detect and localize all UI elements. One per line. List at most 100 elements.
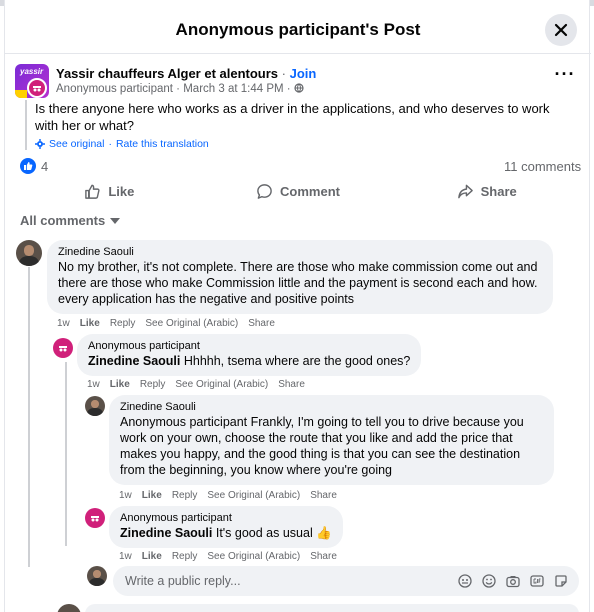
comment-actions: 1w Like Reply See Original (Arabic) Shar… (119, 490, 337, 501)
avatar[interactable] (57, 604, 81, 612)
comment-share-button[interactable]: Share (248, 318, 275, 329)
see-original-button[interactable]: See Original (Arabic) (207, 551, 300, 562)
reply-placeholder: Write a public reply... (125, 574, 241, 588)
comment-author[interactable]: Zinedine Saouli (120, 401, 543, 413)
separator: · (283, 83, 294, 95)
comment-filter-dropdown[interactable]: All comments (20, 213, 121, 228)
see-original-button[interactable]: See Original (Arabic) (207, 490, 300, 501)
comment-text: Anonymous participant Frankly, I'm going… (120, 415, 524, 477)
separator: · (278, 66, 290, 81)
share-icon (457, 184, 473, 199)
comment-author[interactable]: Zinedine Saouli (58, 246, 542, 258)
share-label: Share (480, 184, 517, 199)
comment-time[interactable]: 1w (57, 318, 70, 329)
comment-icon (257, 184, 272, 199)
close-button[interactable] (545, 14, 577, 46)
post-text: Is there anyone here who works as a driv… (35, 101, 550, 133)
avatar[interactable] (87, 566, 107, 586)
comment-reply-button[interactable]: Reply (172, 551, 198, 562)
mention-link[interactable]: Zinedine Saouli (88, 354, 180, 368)
emoji-icon[interactable] (481, 573, 497, 589)
comment-actions: 1w Like Reply See Original (Arabic) Shar… (119, 551, 337, 562)
comment-share-button[interactable]: Share (278, 379, 305, 390)
post-date[interactable]: March 3 at 1:44 PM (183, 83, 283, 95)
anonymous-avatar[interactable] (27, 78, 47, 98)
separator: · (108, 138, 112, 150)
comment-label: Comment (280, 184, 340, 199)
comment-body: Hhhhh, tsema where are the good ones? (180, 354, 411, 368)
mention-link[interactable]: Zinedine Saouli (120, 526, 212, 540)
comment-button[interactable]: Comment (204, 176, 393, 207)
comment-bubble: Anonymous participant Zinedine Saouli Hh… (77, 334, 422, 376)
comment-actions: 1w Like Reply See Original (Arabic) Shar… (87, 379, 305, 390)
comment-reply-button[interactable]: Reply (140, 379, 166, 390)
anonymous-avatar[interactable] (85, 508, 105, 528)
see-original-link[interactable]: See original (49, 138, 104, 150)
comment-author[interactable]: Anonymous participant (120, 512, 332, 524)
dialog-header: Anonymous participant's Post (5, 6, 591, 54)
group-avatar-logo: yassir (20, 67, 44, 76)
comment-filter-label: All comments (20, 213, 106, 228)
comment-count[interactable]: 11 comments (504, 159, 581, 174)
more-icon: ··· (554, 64, 576, 84)
anonymous-icon (29, 80, 45, 96)
comment-share-button[interactable]: Share (310, 490, 337, 501)
post-author[interactable]: Anonymous participant (56, 83, 173, 95)
avatar[interactable] (85, 396, 105, 416)
reply-input[interactable]: Write a public reply... (113, 566, 579, 596)
post-meta: Anonymous participant · March 3 at 1:44 … (56, 83, 304, 95)
group-name-link[interactable]: Yassir chauffeurs Alger et alentours (56, 66, 278, 81)
comment-like-button[interactable]: Like (142, 551, 162, 562)
like-icon (85, 184, 100, 199)
comment-bubble: Anonymous participant Zinedine Saouli It… (109, 506, 343, 548)
dialog-title: Anonymous participant's Post (175, 20, 421, 39)
comment-body: It's good as usual 👍 (212, 526, 332, 540)
comment-time[interactable]: 1w (119, 490, 132, 501)
share-button[interactable]: Share (392, 176, 581, 207)
comment-reply-button[interactable]: Reply (172, 490, 198, 501)
comment-like-button[interactable]: Like (142, 490, 162, 501)
see-original-button[interactable]: See Original (Arabic) (145, 318, 238, 329)
sticker-icon[interactable] (553, 573, 569, 589)
see-original-button[interactable]: See Original (Arabic) (175, 379, 268, 390)
separator: · (172, 83, 184, 95)
like-button[interactable]: Like (15, 176, 204, 207)
join-link[interactable]: Join (290, 66, 317, 81)
rate-translation-link[interactable]: Rate this translation (116, 138, 209, 150)
comment-time[interactable]: 1w (87, 379, 100, 390)
comment-like-button[interactable]: Like (80, 318, 100, 329)
gear-icon (35, 139, 45, 149)
reaction-summary[interactable]: 4 (20, 158, 48, 174)
avatar-sticker-icon[interactable] (457, 573, 473, 589)
thread-line (65, 362, 67, 546)
comment-text: No my brother, it's not complete. There … (58, 260, 538, 306)
comment-bubble: Zinedine Saouli Anonymous participant Fr… (109, 395, 554, 485)
comment-time[interactable]: 1w (119, 551, 132, 562)
thread-line (28, 267, 30, 567)
chevron-down-icon (110, 217, 121, 224)
group-header-line: Yassir chauffeurs Alger et alentours · J… (56, 66, 316, 81)
comment-actions: 1w Like Reply See Original (Arabic) Shar… (57, 318, 275, 329)
comment-bubble: Zinedine Saouli No my brother, it's not … (47, 240, 553, 314)
post-body: Is there anyone here who works as a driv… (25, 100, 565, 150)
gif-icon[interactable] (529, 573, 545, 589)
comment-share-button[interactable]: Share (310, 551, 337, 562)
close-icon (554, 23, 568, 37)
post-actions: Like Comment Share (15, 176, 581, 207)
like-reaction-icon (20, 158, 36, 174)
camera-icon[interactable] (505, 573, 521, 589)
comment-bubble (85, 604, 579, 612)
more-options-button[interactable]: ··· (553, 65, 577, 88)
reply-toolbar (457, 573, 569, 589)
translation-bar: See original · Rate this translation (35, 138, 565, 150)
comment-like-button[interactable]: Like (110, 379, 130, 390)
avatar[interactable] (16, 240, 42, 266)
anonymous-icon (85, 508, 105, 528)
comment-author[interactable]: Anonymous participant (88, 340, 410, 352)
like-label: Like (108, 184, 135, 199)
comment-text: Zinedine Saouli It's good as usual 👍 (120, 525, 332, 541)
reaction-count: 4 (41, 158, 49, 174)
comment-reply-button[interactable]: Reply (110, 318, 136, 329)
anonymous-avatar[interactable] (53, 338, 73, 358)
globe-icon (294, 83, 304, 93)
